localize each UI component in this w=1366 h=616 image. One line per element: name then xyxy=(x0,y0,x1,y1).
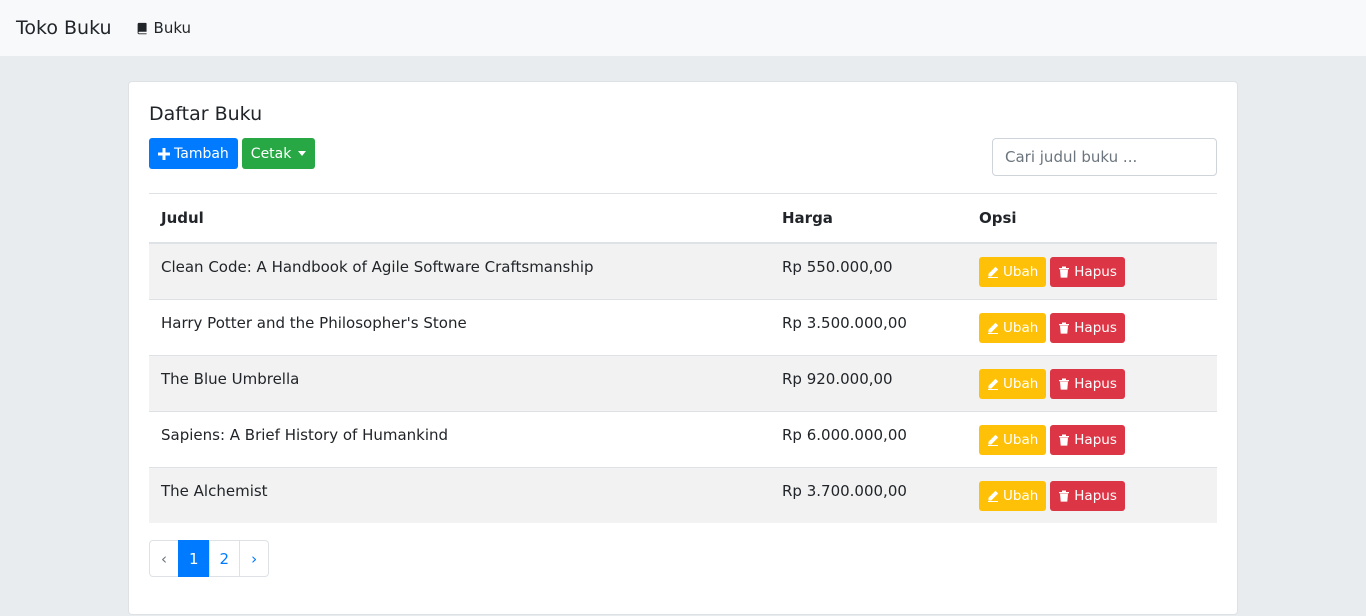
edit-button[interactable]: Ubah xyxy=(979,424,1047,455)
trash-icon xyxy=(1059,322,1070,334)
print-label: Cetak xyxy=(250,145,292,162)
navbar: Toko Buku Buku xyxy=(0,0,1366,56)
table-header-row: Judul Harga Opsi xyxy=(149,194,1217,244)
edit-button[interactable]: Ubah xyxy=(979,257,1047,287)
print-dropdown-button[interactable]: Cetak xyxy=(241,138,316,169)
toolbar: Tambah Cetak xyxy=(149,138,1217,194)
action-buttons: Tambah Cetak xyxy=(149,138,316,169)
edit-label: Ubah xyxy=(1003,319,1039,336)
table-row: Clean Code: A Handbook of Agile Software… xyxy=(149,243,1217,299)
edit-button[interactable]: Ubah xyxy=(979,368,1047,399)
cell-opsi: Ubah Hapus xyxy=(967,466,1217,523)
cell-judul: The Blue Umbrella xyxy=(149,354,770,411)
pencil-icon xyxy=(988,434,999,446)
header-judul: Judul xyxy=(149,194,770,244)
cell-judul: Sapiens: A Brief History of Humankind xyxy=(149,410,770,467)
trash-icon xyxy=(1059,266,1070,278)
trash-icon xyxy=(1059,490,1070,502)
trash-icon xyxy=(1059,434,1070,446)
delete-label: Hapus xyxy=(1074,319,1117,336)
cell-judul: Harry Potter and the Philosopher's Stone xyxy=(149,298,770,355)
add-book-label: Tambah xyxy=(174,145,229,162)
cell-opsi: Ubah Hapus xyxy=(967,243,1217,299)
cell-opsi: Ubah Hapus xyxy=(967,354,1217,411)
pencil-icon xyxy=(988,490,999,502)
table-row: The Blue Umbrella Rp 920.000,00 Ubah Hapus xyxy=(149,354,1217,411)
nav-link-label: Buku xyxy=(153,19,192,37)
table-row: Harry Potter and the Philosopher's Stone… xyxy=(149,298,1217,355)
header-opsi: Opsi xyxy=(967,194,1217,244)
cell-harga: Rp 3.700.000,00 xyxy=(770,466,967,523)
page-prev[interactable]: ‹ xyxy=(149,540,179,577)
header-harga: Harga xyxy=(770,194,967,244)
page-2[interactable]: 2 xyxy=(208,540,241,577)
cell-harga: Rp 3.500.000,00 xyxy=(770,298,967,355)
edit-button[interactable]: Ubah xyxy=(979,480,1047,511)
delete-button[interactable]: Hapus xyxy=(1050,424,1125,455)
page-next[interactable]: › xyxy=(239,540,270,577)
caret-down-icon xyxy=(298,151,307,156)
table-row: Sapiens: A Brief History of Humankind Rp … xyxy=(149,410,1217,467)
book-table: Judul Harga Opsi Clean Code: A Handbook … xyxy=(149,194,1217,523)
cell-opsi: Ubah Hapus xyxy=(967,410,1217,467)
page-1[interactable]: 1 xyxy=(178,540,210,577)
cell-judul: Clean Code: A Handbook of Agile Software… xyxy=(161,258,594,276)
add-book-button[interactable]: Tambah xyxy=(149,138,238,169)
nav-link-buku[interactable]: Buku xyxy=(136,19,192,37)
delete-button[interactable]: Hapus xyxy=(1050,312,1125,343)
pencil-icon xyxy=(988,322,999,334)
brand-link[interactable]: Toko Buku xyxy=(16,17,112,39)
delete-label: Hapus xyxy=(1074,487,1117,504)
delete-label: Hapus xyxy=(1074,375,1117,392)
edit-label: Ubah xyxy=(1003,487,1039,504)
delete-button[interactable]: Hapus xyxy=(1050,257,1125,287)
edit-label: Ubah xyxy=(1003,375,1039,392)
edit-button[interactable]: Ubah xyxy=(979,312,1047,343)
cell-harga: Rp 550.000,00 xyxy=(782,258,893,276)
table-row: The Alchemist Rp 3.700.000,00 Ubah Hapus xyxy=(149,466,1217,523)
cell-harga: Rp 6.000.000,00 xyxy=(770,410,967,467)
pencil-icon xyxy=(988,266,999,278)
edit-label: Ubah xyxy=(1003,431,1039,448)
cell-opsi: Ubah Hapus xyxy=(967,298,1217,355)
pagination: ‹ 1 2 › xyxy=(149,540,1217,577)
delete-label: Hapus xyxy=(1074,264,1117,280)
book-icon xyxy=(137,22,147,34)
plus-icon xyxy=(158,147,170,160)
search-input[interactable] xyxy=(992,138,1217,176)
cell-harga: Rp 920.000,00 xyxy=(770,354,967,411)
delete-button[interactable]: Hapus xyxy=(1050,480,1125,511)
edit-label: Ubah xyxy=(1003,264,1039,280)
delete-button[interactable]: Hapus xyxy=(1050,368,1125,399)
page-title: Daftar Buku xyxy=(149,103,263,125)
cell-judul: The Alchemist xyxy=(149,466,770,523)
book-list-card: Daftar Buku Tambah Cetak Judul Harga Ops… xyxy=(128,81,1238,615)
delete-label: Hapus xyxy=(1074,431,1117,448)
trash-icon xyxy=(1059,378,1070,390)
pencil-icon xyxy=(988,378,999,390)
